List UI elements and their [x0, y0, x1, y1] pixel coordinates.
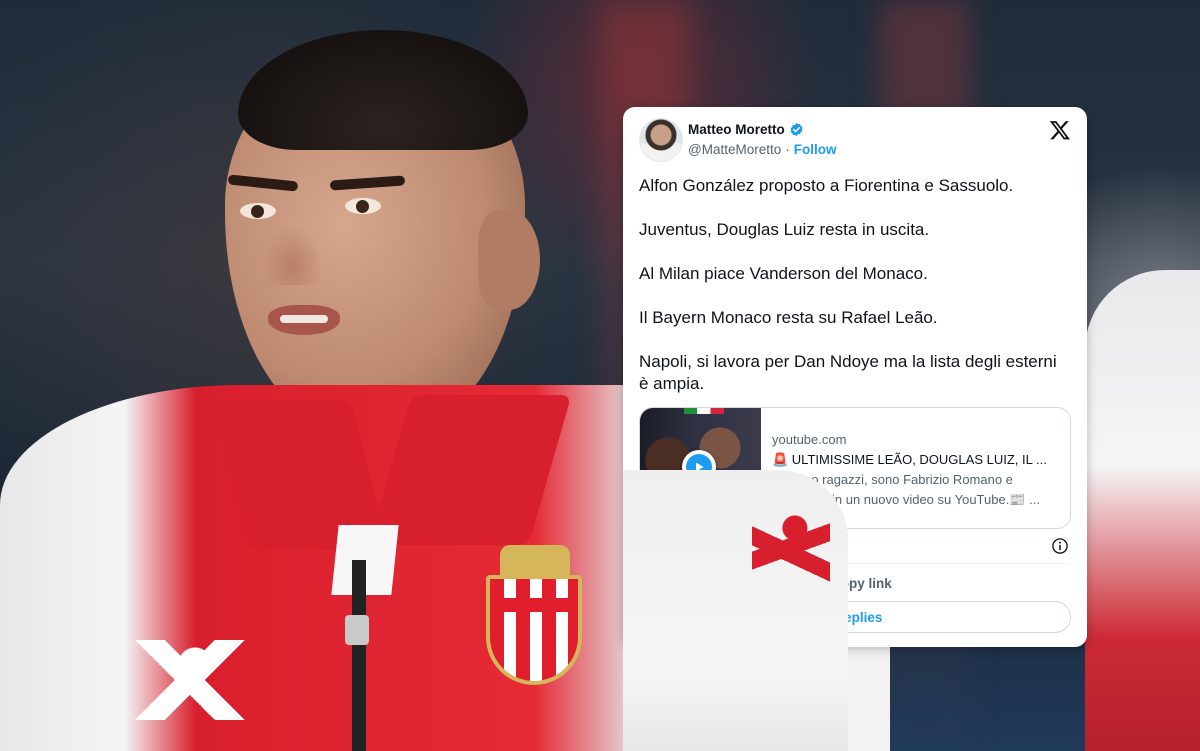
jacket-zipper [352, 560, 366, 751]
monaco-crest-logo [486, 575, 582, 685]
tweet-paragraph: Napoli, si lavora per Dan Ndoye ma la li… [639, 352, 1057, 393]
player-nose [262, 225, 322, 285]
tweet-paragraph: Al Milan piace Vanderson del Monaco. [639, 264, 928, 283]
handle-separator: · [785, 142, 790, 157]
player-hair [238, 30, 528, 150]
author-avatar[interactable] [639, 118, 683, 162]
player-mouth [268, 305, 340, 335]
author-name[interactable]: Matteo Moretto [688, 122, 785, 137]
tweet-paragraph: Alfon González proposto a Fiorentina e S… [639, 176, 1014, 195]
player-eye-left [240, 203, 276, 219]
info-icon[interactable] [1051, 537, 1069, 555]
author-name-row: Matteo Moretto [688, 122, 804, 137]
zipper-pull [345, 615, 369, 645]
x-logo-icon[interactable] [1049, 119, 1071, 141]
background-player-figure [1085, 270, 1200, 751]
italy-flag-graphic [684, 408, 724, 414]
link-title: 🚨 ULTIMISSIME LEÃO, DOUGLAS LUIZ, IL ... [772, 452, 1047, 467]
player-eye-right [345, 198, 381, 214]
link-domain: youtube.com [772, 432, 847, 447]
kappa-sleeve-logo [752, 508, 830, 608]
verified-badge-icon [790, 122, 803, 137]
author-handle[interactable]: @MatteMoretto [688, 142, 781, 157]
follow-button[interactable]: Follow [794, 142, 837, 157]
kappa-logo [135, 640, 255, 720]
tweet-paragraph: Juventus, Douglas Luiz resta in uscita. [639, 220, 930, 239]
monaco-crest-banner [492, 598, 576, 612]
author-handle-row: @MatteMoretto · Follow [688, 142, 836, 157]
player-ear [478, 210, 540, 310]
tweet-paragraph: Il Bayern Monaco resta su Rafael Leão. [639, 308, 938, 327]
monaco-crest-crown [500, 545, 570, 577]
tweet-text: Alfon González proposto a Fiorentina e S… [639, 175, 1069, 417]
